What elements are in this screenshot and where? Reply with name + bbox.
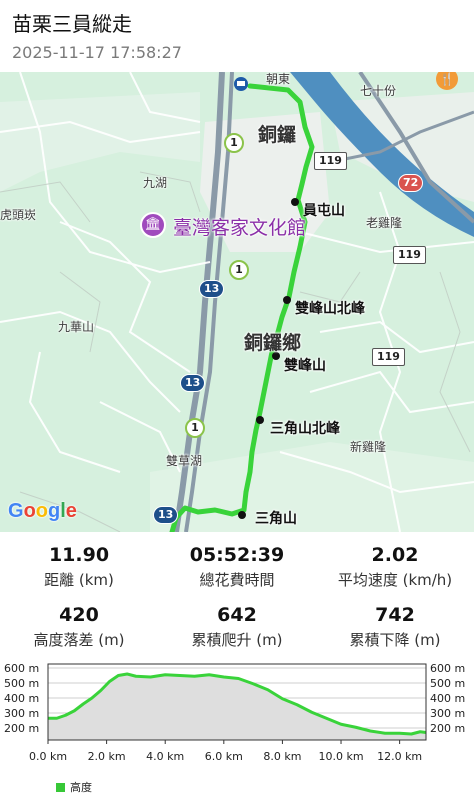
x-tick-label: 4.0 km (146, 750, 184, 763)
place-label-hakka-museum[interactable]: 臺灣客家文化館 (173, 213, 306, 240)
y-tick-label-left: 400 m (4, 692, 39, 705)
legend-label: 高度 (70, 781, 92, 794)
header: 苗栗三員縱走 2025-11-17 17:58:27 (0, 0, 474, 72)
place-label-qishifen: 七十份 (360, 84, 397, 98)
x-tick-label: 6.0 km (205, 750, 243, 763)
elevation-chart-svg: 600 m 600 m 500 m 500 m 400 m 400 m 300 m 300 m… (4, 662, 465, 763)
stat-label: 高度落差 (m) (33, 631, 125, 649)
place-label-shuangcaohu: 雙草湖 (166, 454, 203, 468)
activity-timestamp: 2025-11-17 17:58:27 (12, 43, 182, 62)
place-label-xinjilong: 新雞隆 (350, 440, 387, 454)
x-tick-label: 12.0 km (377, 750, 422, 763)
road-shield-1: 1 (229, 260, 249, 280)
stat-value: 2.02 (371, 544, 419, 566)
route-map[interactable]: 朝東 七十份 銅鑼 九湖 老雞隆 虎頭崁 🏛 臺灣客家文化館 九華山 銅鑼鄉 新… (0, 72, 474, 532)
elevation-chart: 600 m 600 m 500 m 500 m 400 m 400 m 300 m 300 m… (0, 656, 474, 800)
stat-avg-speed: 2.02 平均速度 (km/h) (316, 544, 474, 590)
chart-legend: 高度 (56, 779, 92, 795)
y-tick-label-right: 400 m (430, 692, 465, 705)
stat-value: 11.90 (48, 544, 110, 566)
stat-value: 742 (375, 604, 415, 626)
x-tick-label: 8.0 km (263, 750, 301, 763)
stat-total-time: 05:52:39 總花費時間 (158, 544, 316, 590)
road-shield-72: 72 (398, 174, 424, 192)
place-label-chaodong: 朝東 (266, 72, 291, 86)
stat-elevation-diff: 420 高度落差 (m) (0, 604, 158, 650)
stats-panel: 11.90 距離 (km) 05:52:39 總花費時間 2.02 平均速度 (… (0, 532, 474, 656)
road-shield-119: 119 (372, 348, 405, 366)
stat-value: 05:52:39 (189, 544, 285, 566)
y-tick-label-right: 500 m (430, 677, 465, 690)
y-tick-label-left: 200 m (4, 722, 39, 735)
x-tick-label: 10.0 km (318, 750, 363, 763)
stat-total-descent: 742 累積下降 (m) (316, 604, 474, 650)
stat-label: 總花費時間 (199, 571, 275, 589)
y-tick-label-left: 600 m (4, 662, 39, 675)
place-label-tongluo: 銅鑼 (258, 124, 297, 146)
peak-label-shuangfeng: 雙峰山 (284, 358, 326, 374)
peak-label-yuantun: 員屯山 (303, 203, 345, 219)
museum-icon[interactable]: 🏛 (140, 212, 166, 238)
stat-label: 累積下降 (m) (349, 631, 441, 649)
stat-label: 距離 (km) (44, 571, 114, 589)
stat-label: 平均速度 (km/h) (337, 571, 453, 589)
y-tick-label-left: 300 m (4, 707, 39, 720)
stat-value: 642 (217, 604, 257, 626)
place-label-jiuhu: 九湖 (143, 176, 168, 190)
x-tick-label: 2.0 km (88, 750, 126, 763)
road-shield-1: 1 (185, 418, 205, 438)
y-tick-label-right: 600 m (430, 662, 465, 675)
stat-value: 420 (59, 604, 99, 626)
road-shield-119: 119 (314, 152, 347, 170)
peak-marker-sanjiao (238, 511, 246, 519)
stat-label: 累積爬升 (m) (191, 631, 283, 649)
x-tick-label: 0.0 km (29, 750, 67, 763)
google-logo: Google (8, 500, 77, 522)
peak-marker-shuangfeng-north (283, 296, 291, 304)
peak-marker-yuantun (291, 198, 299, 206)
peak-label-sanjiao-north: 三角山北峰 (270, 421, 340, 437)
legend-swatch (56, 783, 65, 792)
road-shield-13: 13 (180, 374, 206, 392)
stat-distance: 11.90 距離 (km) (0, 544, 158, 590)
road-shield-1: 1 (224, 133, 244, 153)
peak-label-shuangfeng-north: 雙峰山北峰 (295, 301, 365, 317)
y-tick-label-left: 500 m (4, 677, 39, 690)
road-shield-13: 13 (153, 506, 179, 524)
road-shield-119: 119 (393, 246, 426, 264)
place-label-laojilong: 老雞隆 (366, 216, 403, 230)
place-label-hutoukeng: 虎頭崁 (0, 208, 37, 222)
place-label-jiuhuashan: 九華山 (58, 320, 95, 334)
place-label-tongluo-township: 銅鑼鄉 (244, 332, 302, 354)
y-tick-label-right: 200 m (430, 722, 465, 735)
stat-total-ascent: 642 累積爬升 (m) (158, 604, 316, 650)
peak-label-sanjiao: 三角山 (255, 511, 297, 527)
y-tick-label-right: 300 m (430, 707, 465, 720)
page-title: 苗栗三員縱走 (12, 12, 132, 36)
road-shield-13: 13 (199, 280, 225, 298)
peak-marker-sanjiao-north (256, 416, 264, 424)
